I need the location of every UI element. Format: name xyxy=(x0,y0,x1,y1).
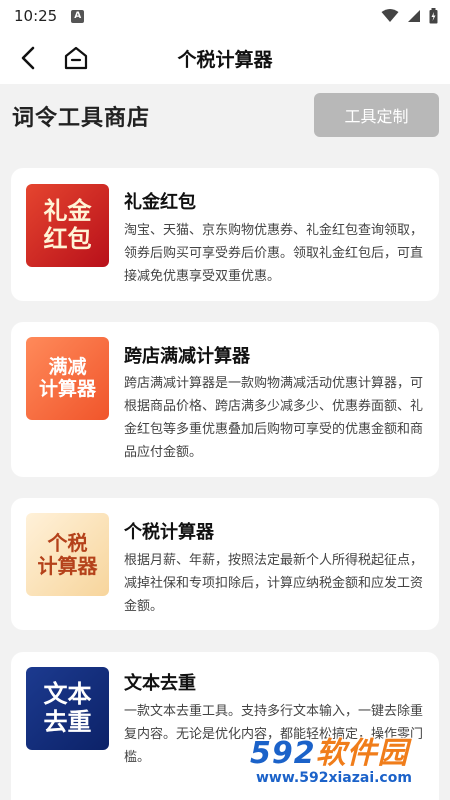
tool-description: 跨店满减计算器是一款购物满减活动优惠计算器，可根据商品价格、跨店满多少减多少、优… xyxy=(124,376,424,460)
battery-icon xyxy=(429,8,438,24)
red-packet-icon: 礼金 红包 xyxy=(26,184,109,267)
wifi-icon xyxy=(381,9,399,22)
home-icon xyxy=(64,46,88,70)
notification-icon: A xyxy=(71,9,85,23)
tool-customize-button[interactable]: 工具定制 xyxy=(314,93,439,137)
watermark-logo-number: 592 xyxy=(250,736,316,771)
tool-title: 文本去重 xyxy=(124,673,196,694)
shop-title: 词令工具商店 xyxy=(12,106,151,131)
home-button[interactable] xyxy=(60,43,92,73)
icon-text-line: 去重 xyxy=(43,707,92,736)
signal-icon xyxy=(408,10,420,22)
icon-text-line: 礼金 xyxy=(43,196,92,225)
tool-card-cross-store-discount[interactable]: 满减 计算器 跨店满减计算器 跨店满减计算器是一款购物满减活动优惠计算器，可根据… xyxy=(11,322,439,477)
icon-text-line: 计算器 xyxy=(38,377,96,400)
text-dedupe-icon: 文本 去重 xyxy=(26,667,109,750)
icon-text-line: 个税 xyxy=(47,530,88,555)
chevron-left-icon xyxy=(21,46,35,70)
icon-text-line: 计算器 xyxy=(37,553,98,578)
tool-title: 个税计算器 xyxy=(124,522,214,543)
tool-card-gift-red-packet[interactable]: 礼金 红包 礼金红包 淘宝、天猫、京东购物优惠券、礼金红包查询领取，领券后购买可… xyxy=(11,168,439,301)
status-bar: 10:25 A xyxy=(0,0,450,32)
back-button[interactable] xyxy=(14,44,42,72)
site-watermark: 592软件园 www.592xiazai.com xyxy=(250,728,450,796)
watermark-logo: 592软件园 xyxy=(250,728,409,772)
tool-title: 跨店满减计算器 xyxy=(124,346,250,367)
watermark-logo-text: 软件园 xyxy=(315,736,409,771)
status-time: 10:25 xyxy=(14,7,58,25)
shop-header: 词令工具商店 工具定制 xyxy=(0,84,450,146)
icon-text-line: 红包 xyxy=(43,224,92,253)
tool-title: 礼金红包 xyxy=(124,192,196,213)
tax-calculator-icon: 个税 计算器 xyxy=(26,513,109,596)
discount-calculator-icon: 满减 计算器 xyxy=(26,337,109,420)
icon-text-line: 满减 xyxy=(48,355,87,378)
status-icons xyxy=(381,8,438,24)
tool-description: 淘宝、天猫、京东购物优惠券、礼金红包查询领取，领券后购买可享受券后价惠。领取礼金… xyxy=(124,223,424,284)
icon-text-line: 文本 xyxy=(43,679,92,708)
tool-description: 根据月薪、年薪，按照法定最新个人所得税起征点，减掉社保和专项扣除后，计算应纳税金… xyxy=(124,553,424,614)
app-bar: 个税计算器 xyxy=(0,32,450,84)
watermark-url: www.592xiazai.com xyxy=(256,770,412,786)
tool-card-tax-calculator[interactable]: 个税 计算器 个税计算器 根据月薪、年薪，按照法定最新个人所得税起征点，减掉社保… xyxy=(11,498,439,630)
